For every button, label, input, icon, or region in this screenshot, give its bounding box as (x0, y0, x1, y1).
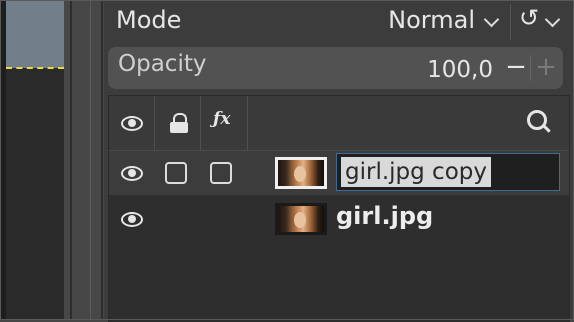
effects-icon: ƒx (213, 109, 231, 129)
divider (101, 0, 103, 320)
canvas-image-region (6, 0, 64, 68)
eye-icon (121, 116, 143, 131)
divider (530, 55, 531, 81)
layer-row[interactable]: girl.jpg (109, 197, 569, 241)
decrease-opacity-button[interactable]: − (503, 51, 529, 85)
opacity-value[interactable]: 100,0 (427, 57, 493, 83)
chevron-down-icon (544, 11, 561, 28)
effects-column-header[interactable]: ƒx (201, 96, 248, 150)
layers-list-header: ƒx (109, 96, 569, 151)
eye-icon[interactable] (121, 166, 143, 181)
divider (70, 0, 72, 320)
layer-mode-row: Mode Normal ↺ (110, 0, 564, 42)
layer-name-selected-text: girl.jpg copy (341, 157, 491, 187)
search-icon[interactable] (527, 110, 551, 134)
eye-icon[interactable] (121, 212, 143, 227)
layers-list: ƒx girl.jpg copy girl.jpg (108, 95, 570, 322)
lock-checkbox[interactable] (165, 162, 187, 184)
chevron-down-icon (483, 11, 500, 28)
opacity-label: Opacity (118, 51, 207, 77)
visibility-column-header[interactable] (109, 96, 155, 150)
lock-column-header[interactable] (155, 96, 201, 150)
layer-row[interactable]: girl.jpg copy (109, 151, 569, 195)
undo-icon: ↺ (519, 4, 540, 32)
layer-thumbnail (275, 203, 327, 235)
effects-checkbox[interactable] (210, 162, 232, 184)
image-canvas[interactable] (0, 0, 64, 320)
layer-thumbnail (275, 157, 327, 189)
lock-icon (170, 113, 188, 133)
reset-mode-button[interactable]: ↺ (510, 4, 565, 40)
increase-opacity-button[interactable]: + (533, 51, 559, 85)
layer-name: girl.jpg (336, 202, 434, 230)
mode-dropdown[interactable]: Normal (375, 4, 505, 40)
mode-value: Normal (388, 6, 475, 34)
layer-name-input[interactable]: girl.jpg copy (336, 153, 560, 191)
selection-marching-ants (6, 67, 64, 69)
mode-label: Mode (116, 6, 182, 34)
opacity-spin-scale[interactable]: Opacity 100,0 − + (108, 47, 563, 89)
divider (90, 0, 91, 320)
canvas-border (0, 0, 6, 320)
layers-panel: Mode Normal ↺ Opacity 100,0 − + ƒx girl.… (104, 0, 574, 322)
